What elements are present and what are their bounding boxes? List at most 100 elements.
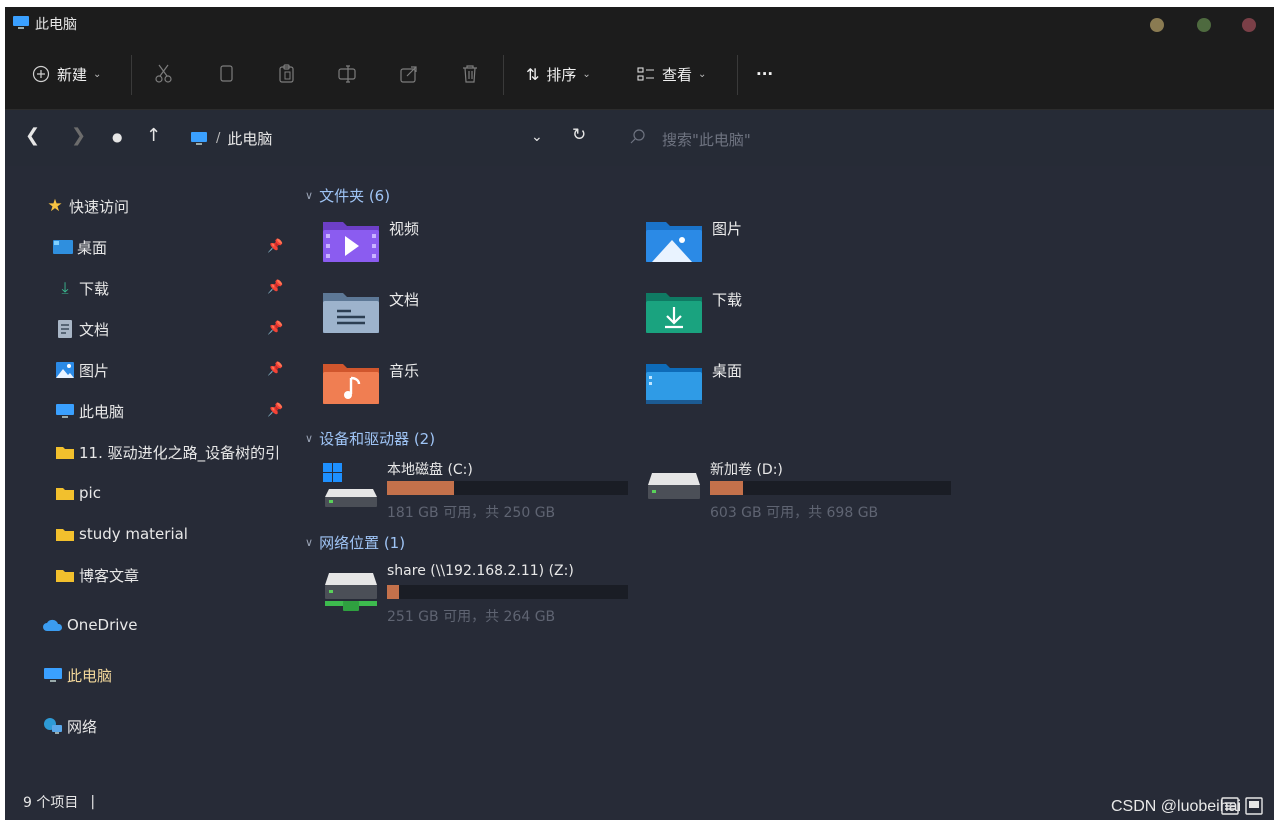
download-icon: ⤓ [61,278,69,297]
paste-icon[interactable] [276,63,298,85]
section-header-devices[interactable]: ∨ 设备和驱动器 (2) [305,428,435,449]
drive-d[interactable]: 新加卷 (D:) 603 GB 可用，共 698 GB [646,459,966,529]
drive-c[interactable]: 本地磁盘 (C:) 181 GB 可用，共 250 GB [323,459,643,529]
drive-usage-bar [710,481,951,495]
music-folder-icon [323,364,379,404]
share-icon[interactable] [398,63,420,85]
sort-button[interactable]: ⇅ 排序 ⌄ [526,59,591,89]
drive-name: 本地磁盘 (C:) [387,462,473,478]
folder-downloads[interactable]: 下载 [646,289,946,349]
chevron-down-icon: ⌄ [582,68,591,80]
breadcrumb-item[interactable]: 此电脑 [227,128,272,149]
hard-drive-icon [648,473,700,499]
sidebar-item-documents[interactable]: 文档 [55,314,109,344]
folder-music[interactable]: 音乐 [323,360,623,420]
drive-name: share (\\192.168.2.11) (Z:) [387,563,574,579]
sidebar-item-label: 桌面 [77,238,108,257]
plus-circle-icon [32,65,50,83]
folder-name: 文档 [389,291,420,309]
breadcrumb-separator: / [216,131,221,146]
minimize-button[interactable] [1150,18,1164,32]
drive-usage-bar [387,585,628,599]
folder-name: 桌面 [712,362,743,380]
copy-icon[interactable] [216,63,238,85]
rename-icon[interactable] [336,63,358,85]
folder-documents[interactable]: 文档 [323,289,623,349]
sidebar-item-network[interactable]: 网络 [43,711,97,741]
cut-icon[interactable] [153,63,175,85]
up-button[interactable]: ↑ [146,125,161,146]
sidebar-item-label: pic [79,484,101,502]
pin-icon[interactable]: 📌 [267,321,283,336]
status-divider: | [90,794,96,810]
sidebar-item-downloads[interactable]: ⤓ 下载 [55,273,109,303]
drive-usage-bar [387,481,628,495]
more-options-button[interactable]: ··· [756,59,773,89]
network-icon [43,716,63,736]
delete-icon[interactable] [459,63,481,85]
pin-icon[interactable]: 📌 [267,239,283,254]
folder-icon [55,565,75,585]
folder-pictures[interactable]: 图片 [646,218,946,278]
sidebar-item-label: 文档 [79,320,110,339]
cloud-icon [43,615,63,635]
command-bar: 新建 ⌄ ⇅ 排序 ⌄ 查看 ⌄ ··· [5,41,1274,110]
address-dropdown-icon[interactable]: ⌄ [531,129,543,145]
sidebar-item-desktop[interactable]: 桌面 [53,232,107,262]
pictures-folder-icon [646,222,702,262]
folder-name: 音乐 [389,362,420,380]
desktop-icon [53,237,73,257]
main-area: ★ 快速访问 桌面 📌 ⤓ 下载 📌 文档 📌 图片 📌 此电脑 📌 11. 驱… [5,166,1274,820]
new-button[interactable]: 新建 ⌄ [32,59,101,89]
toolbar-divider [131,55,132,95]
pin-icon[interactable]: 📌 [267,403,283,418]
pin-icon[interactable]: 📌 [267,362,283,377]
view-button[interactable]: 查看 ⌄ [637,59,706,89]
drive-usage-fill [387,585,399,599]
videos-folder-icon [323,222,379,262]
sidebar-item-this-pc-pinned[interactable]: 此电脑 [55,396,124,426]
sidebar-item-onedrive[interactable]: OneDrive [43,610,138,640]
pin-icon[interactable]: 📌 [267,280,283,295]
sidebar-item-label: 此电脑 [79,402,125,421]
section-header-label: 网络位置 (1) [319,534,406,552]
forward-button[interactable]: ❯ [71,125,86,146]
drive-usage-fill [710,481,743,495]
sidebar-item-folder[interactable]: study material [55,519,188,549]
chevron-down-icon: ∨ [305,432,314,445]
sidebar-item-label: 此电脑 [67,666,113,685]
watermark: CSDN @luobeihai [1111,798,1242,815]
sidebar-item-label: OneDrive [67,616,138,634]
sidebar-item-pictures[interactable]: 图片 [55,355,109,385]
section-header-label: 设备和驱动器 (2) [319,430,436,448]
sidebar-item-label: 图片 [79,361,110,380]
chevron-down-icon: ∨ [305,189,314,202]
sidebar-item-folder[interactable]: 11. 驱动进化之路_设备树的引 [55,437,280,467]
search-input[interactable]: 搜索"此电脑" [662,129,751,150]
sidebar-item-folder[interactable]: pic [55,478,101,508]
sort-icon: ⇅ [526,64,540,84]
breadcrumb[interactable]: / 此电脑 [190,128,272,149]
toolbar-divider [737,55,738,95]
maximize-button[interactable] [1197,18,1211,32]
recent-locations-icon[interactable]: ● [112,130,122,144]
sidebar-item-this-pc[interactable]: 此电脑 [43,660,112,690]
folder-videos[interactable]: 视频 [323,218,623,278]
tiles-view-icon[interactable] [1245,797,1263,815]
sidebar-item-label: 下载 [79,279,110,298]
back-button[interactable]: ❮ [25,125,40,146]
network-drive-z[interactable]: share (\\192.168.2.11) (Z:) 251 GB 可用，共 … [323,563,643,633]
section-header-folders[interactable]: ∨ 文件夹 (6) [305,185,390,206]
sidebar-item-folder[interactable]: 博客文章 [55,560,139,590]
folder-icon [55,524,75,544]
document-icon [55,319,75,339]
close-button[interactable] [1242,18,1256,32]
view-layout-icon [637,67,654,81]
sidebar-quick-access[interactable]: ★ 快速访问 [45,191,129,221]
refresh-button[interactable]: ↻ [572,125,586,145]
folder-desktop[interactable]: 桌面 [646,360,946,420]
view-button-label: 查看 [662,65,693,84]
picture-icon [55,360,75,380]
section-header-network[interactable]: ∨ 网络位置 (1) [305,532,405,553]
star-icon: ★ [47,196,63,216]
